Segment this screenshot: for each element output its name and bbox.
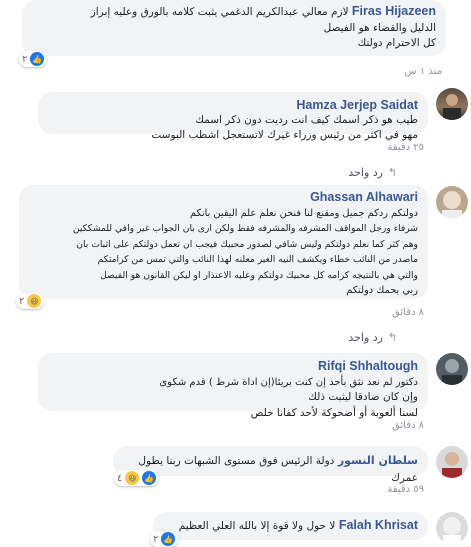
comment-bubble: Hamza Jerjep Saidat طيب هو ذكر اسمك كيف … xyxy=(38,92,428,141)
view-replies-link[interactable]: ↰رد واحد xyxy=(348,331,397,344)
haha-emoji-icon: 😆 xyxy=(125,471,140,485)
comment-timestamp[interactable]: ٥٩ دقيقة xyxy=(387,484,424,495)
commenter-avatar[interactable] xyxy=(436,186,468,218)
comment-text-line: دولتكم ردكم جميل ومقنع لنا فنحن نعلم علم… xyxy=(189,207,418,219)
comment-timestamp[interactable]: ٨ دقائق xyxy=(392,307,424,318)
comment-bubble: Falah Khrisat لا حول ولا قوة إلا بالله ا… xyxy=(153,512,428,540)
view-replies-link[interactable]: ↰رد واحد xyxy=(348,166,397,179)
commenter-avatar[interactable] xyxy=(436,512,468,544)
reply-arrow-icon: ↰ xyxy=(387,166,397,179)
comment-author[interactable]: Ghassan Alhawari xyxy=(29,190,418,206)
comment-author[interactable]: Falah Khrisat xyxy=(339,518,418,532)
comment-text-line: شرفاء ورجل المواقف المشرفه والمشرفه فقط … xyxy=(72,223,418,234)
comment-text-line: لا حول ولا قوة إلا بالله العلي العظيم xyxy=(178,520,336,532)
comment-bubble: Rifqi Shhaltough دكتور لم نعد نثق بأحد إ… xyxy=(38,353,428,419)
comment-text-line: طيب هو ذكر اسمك كيف انت رديت دون ذكر اسم… xyxy=(195,113,418,126)
comment-bubble: Ghassan Alhawari دولتكم ردكم جميل ومقنع … xyxy=(19,185,428,299)
reply-arrow-icon: ↰ xyxy=(387,331,397,344)
reaction-count-badge[interactable]: ٢ 👍 xyxy=(150,531,179,547)
comment-bubble: Firas Hijazeen لازم معالي عبدالكريم الدغ… xyxy=(22,0,446,56)
comment-author[interactable]: Hamza Jerjep Saidat xyxy=(48,98,418,114)
commenter-avatar[interactable] xyxy=(436,353,468,385)
reaction-count: ٢ xyxy=(153,533,159,545)
reaction-count-badge[interactable]: ٢ 👍 xyxy=(19,51,48,67)
comment-timestamp[interactable]: ٨ دقائق xyxy=(392,420,424,431)
comment-text-line: لسنا ألعوبة أو أضحوكة لأحد كفانا خلص xyxy=(250,406,418,419)
comment-text-line: الدليل والقضاء هو الفيصل xyxy=(323,21,436,34)
commenter-avatar[interactable] xyxy=(436,88,468,120)
haha-emoji-icon: 😆 xyxy=(27,294,42,308)
comment-text-line: دكتور لم نعد نثق بأحد إن كنت بريئا(إن اد… xyxy=(159,376,418,388)
thumbs-up-icon: 👍 xyxy=(142,471,157,485)
comment-text-line: ربي يحمك دولتكم xyxy=(346,285,418,296)
reaction-count-badge[interactable]: ٢ 😆 xyxy=(16,293,45,309)
reaction-count: ٢ xyxy=(22,53,28,65)
comment-text-line: ماصدر من النائب خطاء ويكشف النيه الغير م… xyxy=(97,254,418,265)
comment-author[interactable]: سلطان النسور xyxy=(338,454,418,467)
reaction-count-badge[interactable]: ٤ 😆 👍 xyxy=(114,470,160,486)
comment-timestamp[interactable]: ٢٥ دقيقة xyxy=(387,142,424,153)
comment-text-line: كل الاحترام دولتك xyxy=(357,37,436,49)
comment-bubble: سلطان النسور دولة الرئيس فوق مستوى الشبه… xyxy=(113,446,428,484)
comment-text-line: وهم كثر كما نعلم دولتكم وليس شافي لصدور … xyxy=(76,238,418,250)
thumbs-up-icon: 👍 xyxy=(161,532,176,546)
commenter-avatar[interactable] xyxy=(436,446,468,478)
comment-text-line: والتي هي بالنتيجه كرامه كل محبيك دولتكم … xyxy=(100,269,418,281)
reaction-count: ٤ xyxy=(117,472,123,484)
comment-text-line: لازم معالي عبدالكريم الدغمي يثبت كلامه ب… xyxy=(90,6,349,18)
reaction-count: ٢ xyxy=(19,295,25,307)
comment-text-line: مهو في اكثر من رئيس وزراء غيرك لاتستعجل … xyxy=(151,129,418,141)
comment-author[interactable]: Firas Hijazeen xyxy=(352,4,436,18)
comment-text-line: وإن كان صادقا ليثبت ذلك xyxy=(308,391,418,403)
thumbs-up-icon: 👍 xyxy=(30,52,45,66)
comment-author[interactable]: Rifqi Shhaltough xyxy=(48,359,418,375)
comment-timestamp[interactable]: منذ ١ س xyxy=(404,66,442,77)
